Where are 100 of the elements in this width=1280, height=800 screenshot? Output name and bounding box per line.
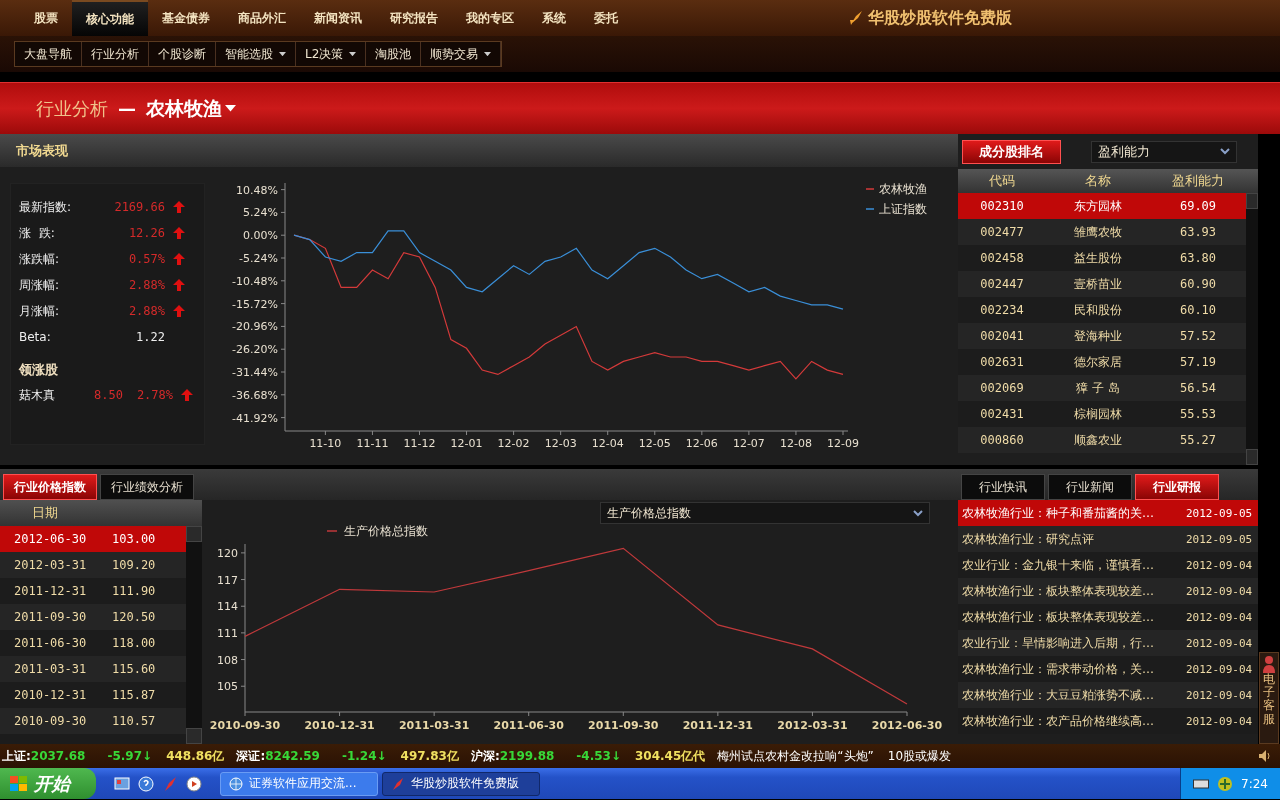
y-tick-label: 5.24%: [243, 206, 278, 220]
news-row[interactable]: 农林牧渔行业：板块整体表现较差… 2012-09-04: [958, 578, 1258, 604]
ranking-row[interactable]: 002310 东方园林 69.09: [958, 193, 1246, 219]
x-tick-label: 12-07: [732, 437, 765, 450]
nav-tab[interactable]: 系统: [528, 0, 580, 36]
news-headline[interactable]: 梅州试点农村金改拉响“头炮”: [717, 747, 874, 765]
stock-change: 2.78%: [135, 388, 173, 402]
index-row[interactable]: 2012-03-31 109.20: [0, 552, 186, 578]
news-date: 2012-09-05: [1186, 506, 1254, 520]
ranking-row[interactable]: 000860 顺鑫农业 55.27: [958, 427, 1246, 453]
tab[interactable]: 行业新闻: [1048, 474, 1132, 500]
index-row[interactable]: 2012-06-30 103.00: [0, 526, 186, 552]
scrollbar[interactable]: [1246, 193, 1258, 465]
tab[interactable]: 行业价格指数: [3, 474, 97, 500]
y-tick-label: 120: [217, 546, 238, 560]
y-tick-label: -41.92%: [232, 411, 278, 425]
up-arrow-icon: [173, 279, 185, 291]
stock-code: 002431: [979, 407, 1025, 421]
help-icon[interactable]: [138, 775, 154, 792]
legend-label: 农林牧渔: [879, 182, 927, 196]
taskbar-task[interactable]: 华股炒股软件免费版: [382, 771, 540, 796]
column-header: 盈利能力: [1171, 172, 1225, 190]
ranking-row[interactable]: 002069 獐 子 岛 56.54: [958, 375, 1246, 401]
metric-select[interactable]: 盈利能力: [1091, 140, 1237, 163]
tab[interactable]: 行业绩效分析: [100, 474, 194, 500]
subnav-item[interactable]: 个股诊断: [149, 42, 216, 66]
y-tick-label: -10.48%: [232, 274, 278, 288]
scrollbar[interactable]: [186, 526, 202, 744]
x-tick-label: 2011-12-31: [682, 719, 754, 732]
stat-label: 月涨幅:: [19, 302, 61, 320]
stock-name: 德尔家居: [1073, 353, 1123, 371]
stock-name: 益生股份: [1073, 249, 1123, 267]
news-date: 2012-09-04: [1186, 714, 1254, 728]
column-header: 名称: [1084, 172, 1112, 190]
nav-tab[interactable]: 我的专区: [452, 0, 528, 36]
media-player-icon[interactable]: [186, 775, 202, 792]
subnav-item[interactable]: L2决策: [296, 42, 367, 66]
y-tick-label: 108: [217, 653, 238, 667]
subnav-item[interactable]: 行业分析: [82, 42, 149, 66]
customer-service-tab[interactable]: 电子客服: [1259, 652, 1279, 744]
stat-label: 涨 跌:: [19, 224, 56, 242]
subnav-item[interactable]: 淘股池: [366, 42, 422, 66]
nav-tab[interactable]: 委托: [580, 0, 632, 36]
stock-code: 002069: [979, 381, 1025, 395]
nav-tab[interactable]: 新闻资讯: [300, 0, 376, 36]
index-row[interactable]: 2011-09-30 120.50: [0, 604, 186, 630]
stat-value: 2.88%: [127, 304, 165, 318]
ranking-row[interactable]: 002447 壹桥苗业 60.90: [958, 271, 1246, 297]
metric-value: 57.52: [1178, 329, 1218, 343]
industry-selector[interactable]: 农林牧渔: [146, 95, 236, 122]
desktop-icon[interactable]: [114, 775, 130, 792]
news-title: 农林牧渔行业：板块整体表现较差…: [962, 582, 1155, 600]
taskbar-task[interactable]: 证券软件应用交流...: [220, 771, 378, 796]
news-row[interactable]: 农林牧渔行业：种子和番茄酱的关… 2012-09-05: [958, 500, 1258, 526]
stock-code: 002310: [979, 199, 1025, 213]
x-tick-label: 12-02: [497, 437, 530, 450]
news-row[interactable]: 农业行业：旱情影响进入后期，行… 2012-09-04: [958, 630, 1258, 656]
up-arrow-icon: [173, 253, 185, 265]
tab[interactable]: 行业研报: [1135, 474, 1219, 500]
subnav-item[interactable]: 大盘导航: [15, 42, 82, 66]
globe-icon: [229, 776, 243, 791]
metric-value: 69.09: [1178, 199, 1218, 213]
network-icon[interactable]: [1217, 775, 1234, 792]
ranking-button[interactable]: 成分股排名: [962, 139, 1061, 164]
speaker-icon[interactable]: [1258, 749, 1272, 763]
tab[interactable]: 行业快讯: [961, 474, 1045, 500]
stock-name: 菇木真: [19, 386, 56, 404]
value-cell-text: 120.50: [112, 610, 157, 624]
date-cell-text: 2012-03-31: [13, 558, 88, 572]
nav-tab[interactable]: 研究报告: [376, 0, 452, 36]
x-tick-label: 12-01: [450, 437, 483, 450]
index-row[interactable]: 2010-09-30 110.57: [0, 708, 186, 734]
news-date: 2012-09-04: [1186, 662, 1254, 676]
news-headline[interactable]: 10股或爆发: [887, 747, 952, 765]
index-select[interactable]: 生产价格总指数: [600, 502, 930, 524]
keyboard-icon[interactable]: [1193, 777, 1210, 790]
nav-tab[interactable]: 股票: [20, 0, 72, 36]
y-tick-label: 10.48%: [236, 183, 278, 197]
stat-label: 涨跌幅:: [19, 250, 61, 268]
subnav-item[interactable]: 顺势交易: [421, 42, 502, 66]
news-title: 农林牧渔行业：研究点评: [962, 530, 1095, 548]
news-date: 2012-09-04: [1186, 688, 1254, 702]
index-row[interactable]: 2011-03-31 115.60: [0, 656, 186, 682]
stock-name: 顺鑫农业: [1073, 431, 1123, 449]
news-row[interactable]: 农林牧渔行业：研究点评 2012-09-05: [958, 526, 1258, 552]
brush-logo-icon: [848, 10, 864, 26]
ranking-row[interactable]: 002041 登海种业 57.52: [958, 323, 1246, 349]
stock-name: 民和股份: [1073, 301, 1123, 319]
news-date: 2012-09-04: [1186, 584, 1254, 598]
ranking-row[interactable]: 002477 雏鹰农牧 63.93: [958, 219, 1246, 245]
nav-tab[interactable]: 基金债券: [148, 0, 224, 36]
news-row[interactable]: 农林牧渔行业：大豆豆粕涨势不减… 2012-09-04: [958, 682, 1258, 708]
title-separator: —: [118, 98, 136, 119]
nav-tab[interactable]: 核心功能: [72, 0, 148, 36]
subnav-item[interactable]: 智能选股: [216, 42, 296, 66]
value-cell-text: 118.00: [112, 636, 157, 650]
index-change: -4.53↓: [576, 749, 621, 763]
nav-tab[interactable]: 商品外汇: [224, 0, 300, 36]
x-tick-label: 2011-09-30: [588, 719, 659, 732]
metric-value: 55.53: [1178, 407, 1218, 421]
